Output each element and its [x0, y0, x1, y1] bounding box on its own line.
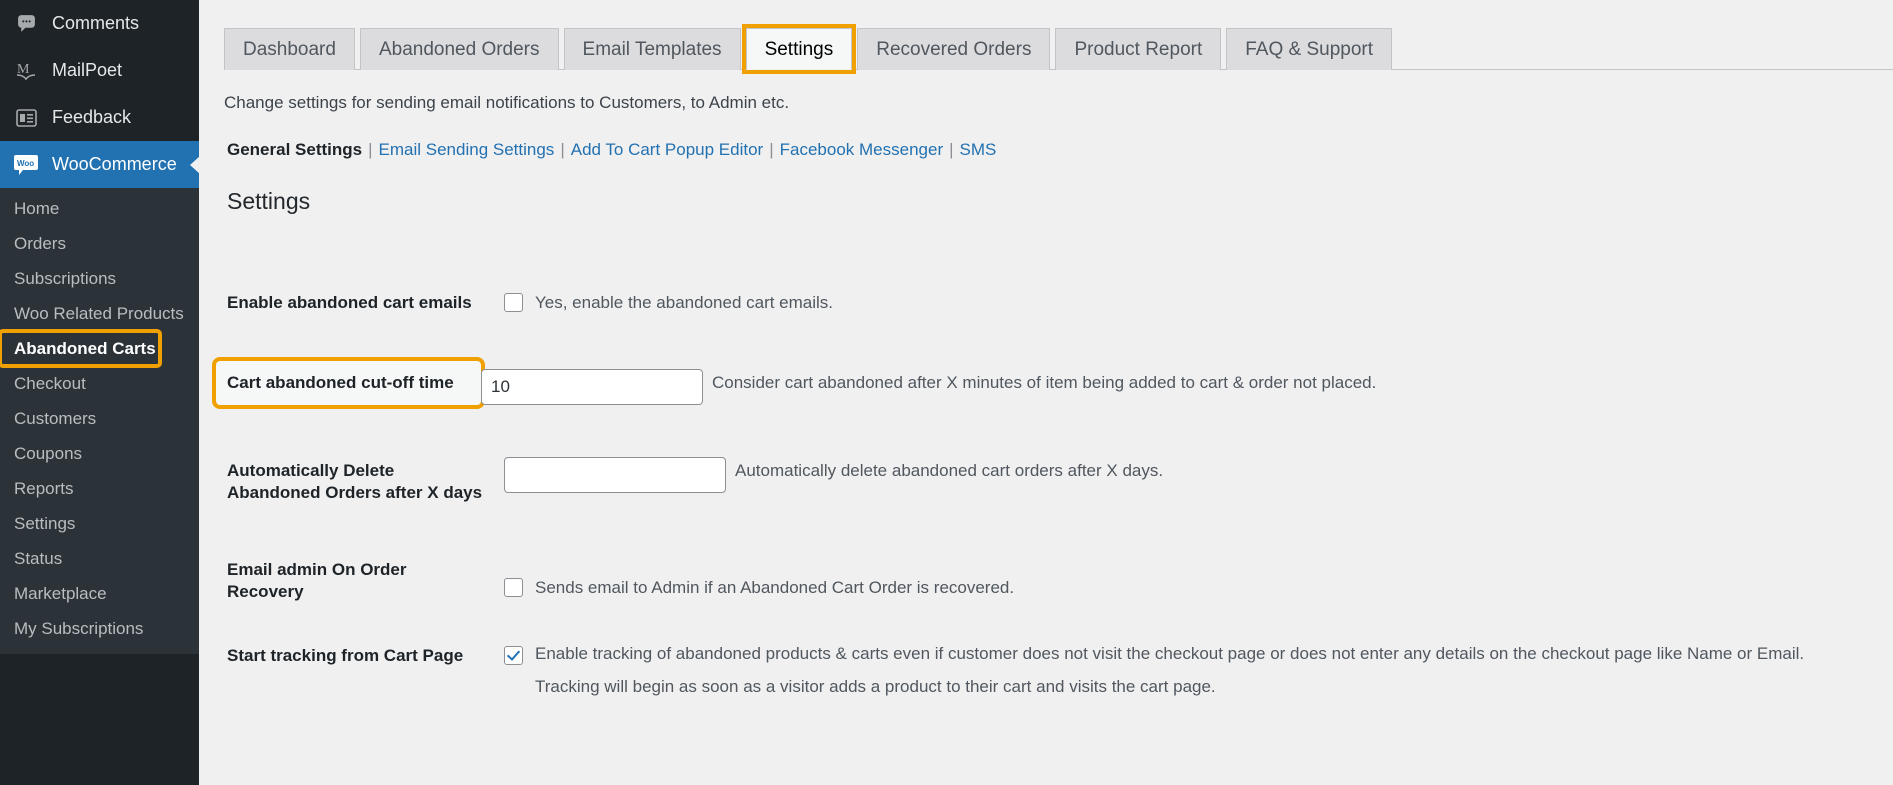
- sidebar-subitem-settings[interactable]: Settings: [0, 506, 199, 541]
- subnav-separator: |: [949, 140, 954, 159]
- tab-abandoned-orders[interactable]: Abandoned Orders: [359, 28, 559, 70]
- feedback-icon: [9, 108, 43, 127]
- sidebar-subitem-coupons[interactable]: Coupons: [0, 436, 199, 471]
- tab-faq-support[interactable]: FAQ & Support: [1226, 28, 1393, 70]
- sidebar-item-woocommerce[interactable]: Woo WooCommerce: [0, 141, 199, 188]
- row-description: Sends email to Admin if an Abandoned Car…: [535, 578, 1015, 597]
- row-description: Yes, enable the abandoned cart emails.: [535, 293, 834, 312]
- row-field: Consider cart abandoned after X minutes …: [481, 369, 1893, 405]
- row-label-line2: Recovery: [227, 582, 304, 601]
- tab-settings[interactable]: Settings: [741, 24, 857, 74]
- tab-recovered-orders[interactable]: Recovered Orders: [857, 28, 1051, 70]
- row-label-line2: Abandoned Orders after X days: [227, 483, 483, 502]
- sidebar-item-label: Comments: [52, 13, 140, 33]
- mailpoet-icon: M: [9, 60, 43, 82]
- row-description: Consider cart abandoned after X minutes …: [712, 373, 1377, 392]
- settings-row-enable-abandoned-cart-emails: Enable abandoned cart emails Yes, enable…: [227, 289, 1893, 317]
- sidebar-subitem-my-subscriptions[interactable]: My Subscriptions: [0, 611, 199, 646]
- sidebar-item-label: MailPoet: [52, 60, 123, 80]
- settings-row-auto-delete-abandoned-orders: Automatically Delete Abandoned Orders af…: [227, 457, 1893, 504]
- subnav-separator: |: [560, 140, 565, 159]
- cart-abandoned-cut-off-time-input[interactable]: [481, 369, 703, 405]
- row-description: Enable tracking of abandoned products & …: [535, 644, 1805, 696]
- row-label-line1: Automatically Delete: [227, 461, 395, 480]
- main-content: Dashboard Abandoned Orders Email Templat…: [199, 0, 1893, 785]
- enable-abandoned-cart-emails-checkbox[interactable]: [504, 293, 523, 312]
- sidebar-top-menu: Comments M MailPoet Feedback Woo WooComm…: [0, 0, 199, 188]
- start-tracking-from-cart-page-checkbox[interactable]: [504, 646, 523, 665]
- sidebar-subitem-marketplace[interactable]: Marketplace: [0, 576, 199, 611]
- row-label: Automatically Delete Abandoned Orders af…: [227, 457, 504, 504]
- subnav-link-email-sending-settings[interactable]: Email Sending Settings: [379, 140, 555, 159]
- woocommerce-submenu: Home Orders Subscriptions Woo Related Pr…: [0, 188, 199, 654]
- wordpress-admin-screen: Comments M MailPoet Feedback Woo WooComm…: [0, 0, 1893, 785]
- row-label-line1: Email admin On Order: [227, 560, 407, 579]
- sidebar-item-comments[interactable]: Comments: [0, 0, 199, 47]
- row-field: Sends email to Admin if an Abandoned Car…: [504, 556, 1893, 602]
- row-field: Yes, enable the abandoned cart emails.: [504, 289, 1893, 317]
- row-description: Automatically delete abandoned cart orde…: [735, 461, 1164, 480]
- settings-row-cart-abandoned-cut-off-time: Cart abandoned cut-off time Consider car…: [212, 357, 1893, 409]
- sidebar-subitem-orders[interactable]: Orders: [0, 226, 199, 261]
- sidebar-item-feedback[interactable]: Feedback: [0, 94, 199, 141]
- subnav-link-sms[interactable]: SMS: [960, 140, 997, 159]
- tabs-container: Dashboard Abandoned Orders Email Templat…: [199, 22, 1893, 74]
- tab-dashboard[interactable]: Dashboard: [224, 28, 355, 70]
- row-field: Automatically delete abandoned cart orde…: [504, 457, 1893, 493]
- row-field: Enable tracking of abandoned products & …: [504, 637, 1893, 703]
- sidebar-subitem-reports[interactable]: Reports: [0, 471, 199, 506]
- admin-sidebar: Comments M MailPoet Feedback Woo WooComm…: [0, 0, 199, 785]
- woocommerce-icon: Woo: [9, 154, 43, 176]
- row-label: Start tracking from Cart Page: [227, 646, 464, 665]
- sidebar-item-label: Feedback: [52, 107, 132, 127]
- subnav-link-add-to-cart-popup-editor[interactable]: Add To Cart Popup Editor: [571, 140, 763, 159]
- sidebar-item-mailpoet[interactable]: M MailPoet: [0, 47, 199, 94]
- sidebar-subitem-abandoned-carts[interactable]: Abandoned Carts: [0, 329, 162, 368]
- row-label: Email admin On Order Recovery: [227, 556, 504, 603]
- sidebar-subitem-subscriptions[interactable]: Subscriptions: [0, 261, 199, 296]
- email-admin-on-order-recovery-checkbox[interactable]: [504, 578, 523, 597]
- row-label-highlighted: Cart abandoned cut-off time: [212, 357, 485, 409]
- page-title: Settings: [227, 188, 311, 214]
- sidebar-subitem-home[interactable]: Home: [0, 191, 199, 226]
- comments-icon: [9, 13, 43, 34]
- sidebar-subitem-woo-related-products[interactable]: Woo Related Products: [0, 296, 199, 331]
- settings-row-start-tracking-from-cart-page: Start tracking from Cart Page Enable tra…: [227, 637, 1893, 703]
- row-label: Enable abandoned cart emails: [227, 293, 472, 312]
- subnav-link-general-settings[interactable]: General Settings: [227, 140, 362, 159]
- subnav-link-facebook-messenger[interactable]: Facebook Messenger: [780, 140, 943, 159]
- sidebar-subitem-status[interactable]: Status: [0, 541, 199, 576]
- subnav-separator: |: [368, 140, 373, 159]
- page-subtitle: Change settings for sending email notifi…: [224, 93, 790, 112]
- settings-row-email-admin-on-order-recovery: Email admin On Order Recovery Sends emai…: [227, 556, 1893, 603]
- sidebar-subitem-checkout[interactable]: Checkout: [0, 366, 199, 401]
- settings-subnav: General Settings | Email Sending Settings |…: [199, 113, 1893, 160]
- settings-form: Enable abandoned cart emails Yes, enable…: [199, 237, 1893, 703]
- auto-delete-abandoned-orders-input[interactable]: [504, 457, 726, 493]
- sidebar-subitem-customers[interactable]: Customers: [0, 401, 199, 436]
- svg-text:Woo: Woo: [17, 159, 34, 168]
- subnav-separator: |: [769, 140, 774, 159]
- tab-product-report[interactable]: Product Report: [1055, 28, 1222, 70]
- plugin-tab-bar: Dashboard Abandoned Orders Email Templat…: [224, 22, 1893, 74]
- tab-email-templates[interactable]: Email Templates: [563, 28, 741, 70]
- sidebar-item-label: WooCommerce: [52, 154, 177, 174]
